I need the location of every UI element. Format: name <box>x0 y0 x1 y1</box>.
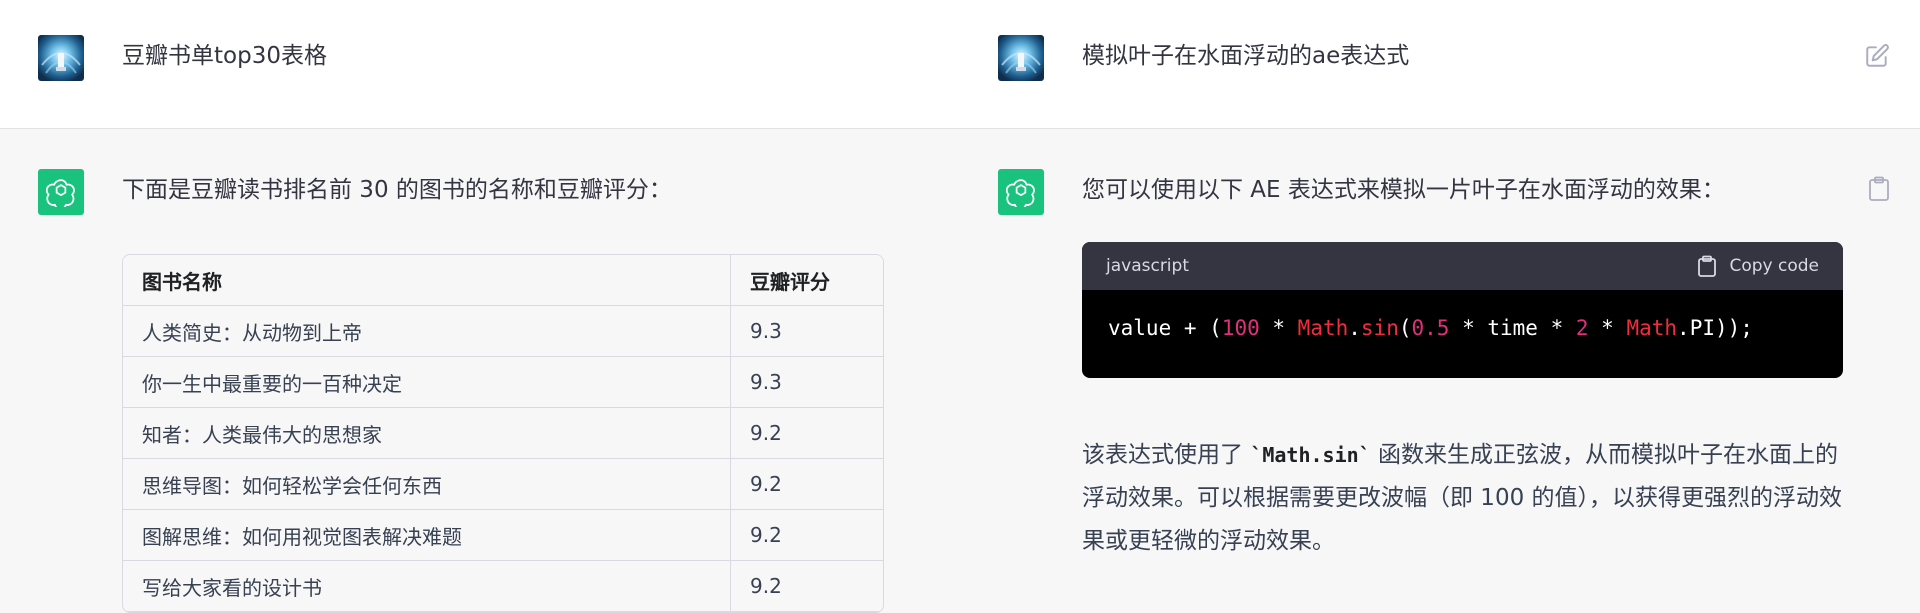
table-header-row: 图书名称 豆瓣评分 <box>123 255 883 306</box>
left-conversation: 豆瓣书单top30表格 下面是豆瓣读书排名前 30 的图书的名称和豆瓣评分： 图… <box>0 0 960 613</box>
copy-code-label: Copy code <box>1729 256 1819 276</box>
assistant-intro-text: 您可以使用以下 AE 表达式来模拟一片叶子在水面浮动的效果： <box>1082 177 1725 203</box>
code-token: .PI)); <box>1677 316 1753 340</box>
code-token-number: 100 <box>1221 316 1260 340</box>
code-token-number: 2 <box>1575 316 1589 340</box>
code-block-header: javascript Copy code <box>1082 242 1843 290</box>
code-token: value + ( <box>1108 316 1222 340</box>
header-book-name: 图书名称 <box>123 255 731 306</box>
copy-code-button[interactable]: Copy code <box>1697 255 1819 277</box>
rating-cell: 9.3 <box>731 357 883 408</box>
rating-cell: 9.2 <box>731 510 883 561</box>
book-table: 图书名称 豆瓣评分 人类简史：从动物到上帝 9.3 你一生中最重要的一百种决定 … <box>122 254 884 613</box>
user-message-text: 模拟叶子在水面浮动的ae表达式 <box>1082 43 1410 69</box>
table-row: 写给大家看的设计书 9.2 <box>123 561 883 612</box>
table-row: 图解思维：如何用视觉图表解决难题 9.2 <box>123 510 883 561</box>
table-row: 知者：人类最伟大的思想家 9.2 <box>123 408 883 459</box>
user-message-row: 豆瓣书单top30表格 <box>0 0 960 129</box>
conversation-split: 豆瓣书单top30表格 下面是豆瓣读书排名前 30 的图书的名称和豆瓣评分： 图… <box>0 0 1920 613</box>
book-name-cell: 写给大家看的设计书 <box>123 561 731 612</box>
code-token: . <box>1348 316 1361 340</box>
table-row: 你一生中最重要的一百种决定 9.3 <box>123 357 883 408</box>
book-name-cell: 思维导图：如何轻松学会任何东西 <box>123 459 731 510</box>
code-token-object: Math <box>1626 316 1678 340</box>
right-conversation: 模拟叶子在水面浮动的ae表达式 您可以使用以下 AE 表达式来模拟一片叶子在水面… <box>960 0 1920 613</box>
copy-icon <box>1698 255 1717 277</box>
user-avatar <box>998 35 1044 81</box>
code-token: * <box>1259 316 1298 340</box>
rating-cell: 9.3 <box>731 306 883 357</box>
rating-cell: 9.2 <box>731 408 883 459</box>
assistant-message-row: 下面是豆瓣读书排名前 30 的图书的名称和豆瓣评分： 图书名称 豆瓣评分 人类简… <box>0 130 960 613</box>
code-token-function: sin <box>1360 316 1399 340</box>
code-language-label: javascript <box>1106 256 1189 276</box>
user-message-row: 模拟叶子在水面浮动的ae表达式 <box>960 0 1920 129</box>
code-token: * <box>1588 316 1627 340</box>
code-token: * time * <box>1449 316 1576 340</box>
inline-code: `Math.sin` <box>1250 443 1371 467</box>
explanation-paragraph: 该表达式使用了 `Math.sin` 函数来生成正弦波，从而模拟叶子在水面上的浮… <box>1082 434 1852 563</box>
edit-icon[interactable] <box>1864 43 1890 69</box>
user-avatar <box>38 35 84 81</box>
rating-cell: 9.2 <box>731 561 883 612</box>
book-name-cell: 人类简史：从动物到上帝 <box>123 306 731 357</box>
openai-logo-icon <box>38 169 84 215</box>
header-rating: 豆瓣评分 <box>731 255 883 306</box>
code-block: javascript Copy code value + (100 * Math… <box>1082 242 1843 378</box>
explanation-text: 该表达式使用了 <box>1082 442 1251 468</box>
assistant-message-row: 您可以使用以下 AE 表达式来模拟一片叶子在水面浮动的效果： javascrip… <box>960 130 1920 613</box>
book-name-cell: 你一生中最重要的一百种决定 <box>123 357 731 408</box>
user-message-text: 豆瓣书单top30表格 <box>122 43 327 69</box>
table-row: 人类简史：从动物到上帝 9.3 <box>123 306 883 357</box>
openai-logo-icon <box>998 169 1044 215</box>
book-name-cell: 知者：人类最伟大的思想家 <box>123 408 731 459</box>
table-row: 思维导图：如何轻松学会任何东西 9.2 <box>123 459 883 510</box>
code-token: ( <box>1398 316 1412 340</box>
code-token-object: Math <box>1297 316 1349 340</box>
rating-cell: 9.2 <box>731 459 883 510</box>
book-name-cell: 图解思维：如何用视觉图表解决难题 <box>123 510 731 561</box>
code-content: value + (100 * Math.sin(0.5 * time * 2 *… <box>1082 290 1843 366</box>
clipboard-icon[interactable] <box>1868 176 1890 202</box>
assistant-intro-text: 下面是豆瓣读书排名前 30 的图书的名称和豆瓣评分： <box>122 177 672 203</box>
code-token-number: 0.5 <box>1411 316 1450 340</box>
